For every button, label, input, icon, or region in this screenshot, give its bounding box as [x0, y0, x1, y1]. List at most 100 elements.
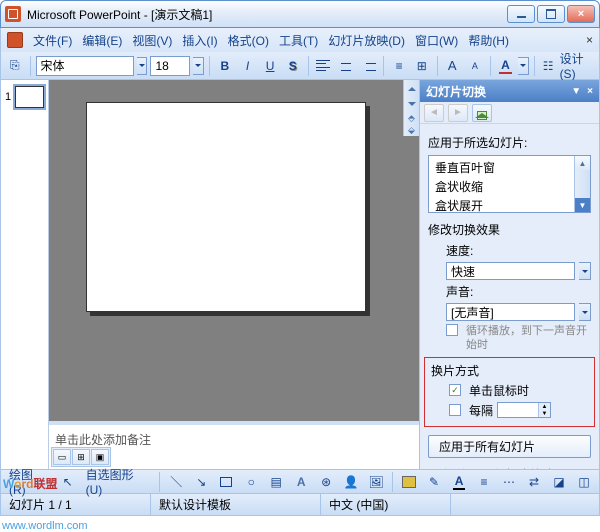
fill-color-icon[interactable]: [398, 471, 420, 493]
list-scroll-down-icon[interactable]: ▼: [575, 198, 590, 212]
spin-down-icon[interactable]: ▼: [538, 410, 550, 417]
align-left-button[interactable]: [313, 55, 333, 77]
sound-select[interactable]: [无声音]: [446, 303, 575, 321]
advance-section: 换片方式 ✓ 单击鼠标时 每隔 ▲▼: [424, 357, 595, 427]
menu-window[interactable]: 窗口(W): [411, 30, 462, 51]
design-icon[interactable]: ☷: [540, 55, 557, 77]
normal-view-button[interactable]: ▭: [53, 449, 71, 465]
bold-button[interactable]: B: [215, 55, 235, 77]
font-color-icon[interactable]: A: [448, 471, 470, 493]
list-scroll-up-icon[interactable]: ▲: [575, 156, 590, 170]
font-color-button[interactable]: A: [496, 55, 516, 77]
3d-style-icon[interactable]: ◫: [573, 471, 595, 493]
next-slide-icon[interactable]: ⬙: [404, 124, 419, 136]
effect-item[interactable]: 盒状收缩: [431, 177, 572, 196]
size-dropdown-icon[interactable]: [193, 57, 204, 75]
play-icon[interactable]: ▶: [428, 467, 437, 469]
oval-icon[interactable]: ○: [240, 471, 262, 493]
clipart-icon[interactable]: 👤: [340, 471, 362, 493]
effect-list[interactable]: 垂直百叶窗 盒状收缩 盒状展开 ▲ ▼: [428, 155, 591, 213]
mdi-close[interactable]: ×: [586, 33, 599, 47]
onclick-label: 单击鼠标时: [469, 382, 529, 399]
close-button[interactable]: ×: [567, 5, 595, 23]
autoshape-menu[interactable]: 自选图形(U): [82, 464, 155, 499]
scroll-down-icon[interactable]: [404, 96, 419, 112]
align-right-button[interactable]: [359, 55, 379, 77]
line-color-icon[interactable]: ✎: [423, 471, 445, 493]
scroll-up-icon[interactable]: [404, 80, 419, 96]
font-select[interactable]: 宋体: [36, 56, 134, 76]
select-icon[interactable]: ↖: [57, 471, 79, 493]
menu-slideshow[interactable]: 幻灯片放映(D): [324, 30, 409, 51]
maximize-button[interactable]: [537, 5, 565, 23]
spin-up-icon[interactable]: ▲: [538, 403, 550, 410]
speed-dropdown-icon[interactable]: [579, 262, 591, 280]
menu-edit[interactable]: 编辑(E): [78, 30, 126, 51]
font-color-dropdown-icon[interactable]: [518, 57, 529, 75]
diagram-icon[interactable]: ⊛: [315, 471, 337, 493]
effect-item[interactable]: 垂直百叶窗: [431, 158, 572, 177]
every-checkbox[interactable]: [449, 404, 461, 416]
list-scrollbar[interactable]: ▲ ▼: [574, 156, 590, 212]
menu-insert[interactable]: 插入(I): [178, 30, 221, 51]
speed-select[interactable]: 快速: [446, 262, 575, 280]
notes-placeholder: 单击此处添加备注: [55, 433, 151, 447]
minimize-button[interactable]: [507, 5, 535, 23]
onclick-checkbox[interactable]: ✓: [449, 384, 461, 396]
ppt-icon[interactable]: [7, 32, 23, 48]
menu-view[interactable]: 视图(V): [128, 30, 176, 51]
italic-button[interactable]: I: [238, 55, 258, 77]
menu-format[interactable]: 格式(O): [224, 30, 273, 51]
loop-checkbox[interactable]: [446, 324, 458, 336]
decrease-font-button[interactable]: A: [465, 55, 485, 77]
sorter-view-button[interactable]: ⊞: [72, 449, 90, 465]
textbox-icon[interactable]: ▤: [265, 471, 287, 493]
wordart-icon[interactable]: A: [290, 471, 312, 493]
slide[interactable]: [86, 102, 366, 312]
nav-back-icon[interactable]: ◄: [424, 104, 444, 122]
effect-item[interactable]: 盒状展开: [431, 196, 572, 215]
line-style-icon[interactable]: ≡: [473, 471, 495, 493]
increase-font-button[interactable]: A: [442, 55, 462, 77]
play-label[interactable]: 播放: [443, 466, 467, 469]
prev-slide-icon[interactable]: ⬘: [404, 112, 419, 124]
draw-menu[interactable]: 绘图(R): [5, 464, 54, 499]
taskpane-menu-icon[interactable]: ▼: [571, 86, 581, 97]
sound-label: 声音:: [446, 283, 591, 300]
taskpane-close-icon[interactable]: ×: [587, 86, 593, 97]
size-select[interactable]: 18: [150, 56, 190, 76]
outline-toggle-icon[interactable]: ⎘: [5, 55, 25, 77]
slideshow-icon[interactable]: ⛶: [479, 467, 487, 469]
thumbnail-pane[interactable]: 1: [1, 80, 49, 469]
nav-fwd-icon[interactable]: ►: [448, 104, 468, 122]
font-dropdown-icon[interactable]: [137, 57, 148, 75]
thumb-preview[interactable]: [15, 86, 44, 108]
vertical-scrollbar[interactable]: ⬘ ⬙: [403, 80, 419, 136]
shadow-button[interactable]: S: [283, 55, 303, 77]
ruler-button[interactable]: ⊞: [412, 55, 432, 77]
line-icon[interactable]: ＼: [165, 471, 187, 493]
slide-thumb-1[interactable]: 1: [5, 86, 44, 108]
align-center-button[interactable]: [336, 55, 356, 77]
menu-help[interactable]: 帮助(H): [464, 30, 513, 51]
bullets-button[interactable]: ≡: [389, 55, 409, 77]
design-label[interactable]: 设计(S): [560, 50, 595, 81]
slideshow-label[interactable]: 幻灯片放映: [494, 466, 554, 469]
rect-icon[interactable]: [215, 471, 237, 493]
dash-style-icon[interactable]: ⋯: [498, 471, 520, 493]
menu-file[interactable]: 文件(F): [29, 30, 76, 51]
interval-spinner[interactable]: ▲▼: [497, 402, 551, 418]
arrow-icon[interactable]: ↘: [190, 471, 212, 493]
shadow-style-icon[interactable]: ◪: [548, 471, 570, 493]
arrow-style-icon[interactable]: ⇄: [523, 471, 545, 493]
slideshow-view-button[interactable]: ▣: [91, 449, 109, 465]
loop-label: 循环播放，到下一声音开始时: [466, 324, 591, 353]
picture-icon[interactable]: 🖼: [365, 471, 387, 493]
apply-all-button[interactable]: 应用于所有幻灯片: [428, 435, 591, 458]
menu-tools[interactable]: 工具(T): [275, 30, 322, 51]
sound-dropdown-icon[interactable]: [579, 303, 591, 321]
underline-button[interactable]: U: [260, 55, 280, 77]
nav-home-icon[interactable]: [472, 104, 492, 122]
apply-selected-label: 应用于所选幻灯片:: [428, 134, 591, 151]
every-label: 每隔: [469, 402, 493, 419]
